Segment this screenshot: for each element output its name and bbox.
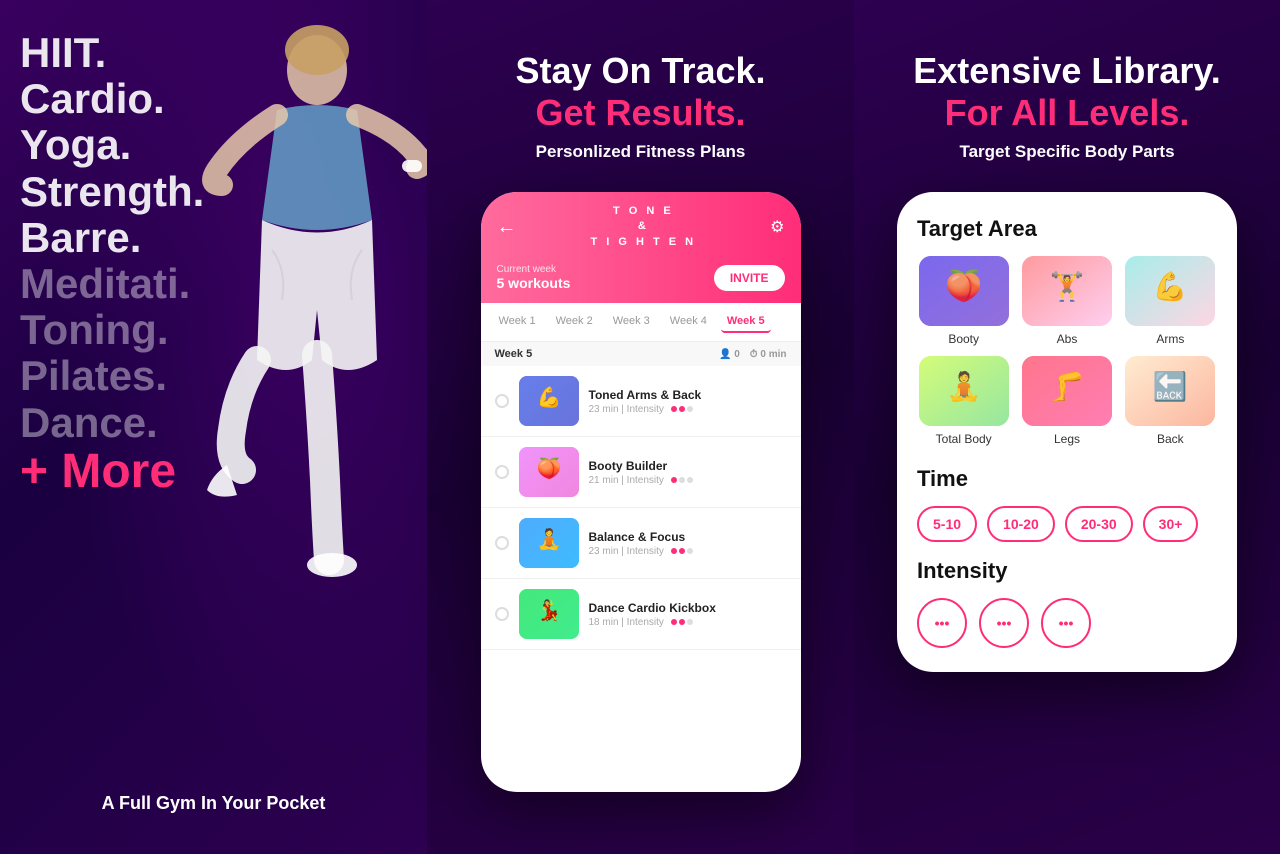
time-btn-5-10[interactable]: 5-10 [917, 506, 977, 542]
right-headline-line1: Extensive Library. [913, 50, 1220, 92]
svg-text:💪: 💪 [1153, 270, 1188, 303]
week-section-header: Week 5 👤 0 ⏱ 0 min [481, 342, 801, 366]
svg-text:🍑: 🍑 [945, 268, 982, 303]
svg-text:🍑: 🍑 [536, 456, 561, 480]
workout-name-2: Booty Builder [589, 459, 787, 473]
right-headline: Extensive Library. For All Levels. [913, 50, 1220, 134]
workout-name-3: Balance & Focus [589, 530, 787, 544]
target-area-title: Target Area [917, 216, 1217, 242]
workout-meta-3: 23 min | Intensity [589, 546, 787, 557]
week-tab-3[interactable]: Week 3 [607, 311, 656, 333]
athlete-figure [107, 0, 427, 650]
right-subheadline: Target Specific Body Parts [959, 142, 1174, 162]
time-section: Time 5-10 10-20 20-30 30+ [917, 466, 1217, 542]
invite-button[interactable]: INVITE [714, 265, 785, 291]
time-buttons: 5-10 10-20 20-30 30+ [917, 506, 1217, 542]
workout-thumb-1: 💪 [519, 376, 579, 426]
headline-line2: Get Results. [515, 92, 765, 134]
body-part-booty[interactable]: 🍑 Booty [917, 256, 1010, 346]
workout-item-1[interactable]: 💪 Toned Arms & Back 23 min | Intensity [481, 366, 801, 437]
svg-text:🦵: 🦵 [1050, 370, 1085, 402]
body-part-abs[interactable]: 🏋️ Abs [1020, 256, 1113, 346]
intensity-circle-3[interactable]: ••• [1041, 598, 1091, 648]
week-tab-1[interactable]: Week 1 [493, 311, 542, 333]
body-part-total[interactable]: 🧘 Total Body [917, 356, 1010, 446]
time-btn-30plus[interactable]: 30+ [1143, 506, 1199, 542]
intensity-circle-1[interactable]: ••• [917, 598, 967, 648]
time-btn-20-30[interactable]: 20-30 [1065, 506, 1133, 542]
middle-headline: Stay On Track. Get Results. [515, 50, 765, 134]
workout-checkbox-1[interactable] [495, 394, 509, 408]
workout-thumb-4: 💃 [519, 589, 579, 639]
intensity-section: Intensity ••• ••• ••• [917, 558, 1217, 648]
workout-list: 💪 Toned Arms & Back 23 min | Intensity 🍑 [481, 366, 801, 650]
body-part-label-total: Total Body [936, 432, 992, 446]
body-part-thumb-total: 🧘 [919, 356, 1009, 426]
phone-mockup-right: Target Area 🍑 Booty 🏋️ Abs 💪 [897, 192, 1237, 672]
week-tab-2[interactable]: Week 2 [550, 311, 599, 333]
workout-item-4[interactable]: 💃 Dance Cardio Kickbox 18 min | Intensit… [481, 579, 801, 650]
workout-info-4: Dance Cardio Kickbox 18 min | Intensity [589, 601, 787, 628]
body-part-label-booty: Booty [948, 332, 979, 346]
body-part-thumb-arms: 💪 [1125, 256, 1215, 326]
body-part-label-arms: Arms [1156, 332, 1184, 346]
body-part-thumb-back: 🔙 [1125, 356, 1215, 426]
svg-text:🧘: 🧘 [536, 527, 561, 551]
intensity-circles: ••• ••• ••• [917, 598, 1217, 648]
body-part-label-back: Back [1157, 432, 1184, 446]
workouts-count: 5 workouts [497, 275, 571, 291]
week-stats: 👤 0 ⏱ 0 min [719, 349, 787, 360]
week-tab-4[interactable]: Week 4 [664, 311, 713, 333]
svg-text:💪: 💪 [536, 385, 561, 409]
time-title: Time [917, 466, 1217, 492]
workout-thumb-2: 🍑 [519, 447, 579, 497]
workout-meta-4: 18 min | Intensity [589, 617, 787, 628]
workout-name-1: Toned Arms & Back [589, 388, 787, 402]
workout-name-4: Dance Cardio Kickbox [589, 601, 787, 615]
left-panel-tagline: A Full Gym In Your Pocket [0, 793, 427, 814]
workout-meta-2: 21 min | Intensity [589, 475, 787, 486]
svg-text:🧘: 🧘 [946, 370, 981, 403]
right-panel: Extensive Library. For All Levels. Targe… [854, 0, 1280, 854]
workout-info-1: Toned Arms & Back 23 min | Intensity [589, 388, 787, 415]
body-part-arms[interactable]: 💪 Arms [1124, 256, 1217, 346]
workout-item-2[interactable]: 🍑 Booty Builder 21 min | Intensity [481, 437, 801, 508]
app-name: T O N E & T I G H T E N [591, 204, 697, 250]
current-week-label: Current week [497, 264, 571, 275]
workout-checkbox-3[interactable] [495, 536, 509, 550]
body-part-thumb-abs: 🏋️ [1022, 256, 1112, 326]
body-part-label-abs: Abs [1057, 332, 1078, 346]
intensity-title: Intensity [917, 558, 1217, 584]
body-part-back[interactable]: 🔙 Back [1124, 356, 1217, 446]
body-part-thumb-booty: 🍑 [919, 256, 1009, 326]
week-tab-5[interactable]: Week 5 [721, 311, 771, 333]
body-part-legs[interactable]: 🦵 Legs [1020, 356, 1113, 446]
right-headline-line2: For All Levels. [913, 92, 1220, 134]
left-panel: HIIT. Cardio. Yoga. Strength. Barre. Med… [0, 0, 427, 854]
phone-mockup-middle: ← T O N E & T I G H T E N ⚙ Current week… [481, 192, 801, 792]
workout-meta-1: 23 min | Intensity [589, 404, 787, 415]
body-part-label-legs: Legs [1054, 432, 1080, 446]
workout-checkbox-2[interactable] [495, 465, 509, 479]
week-tabs: Week 1 Week 2 Week 3 Week 4 Week 5 [481, 303, 801, 342]
intensity-circle-2[interactable]: ••• [979, 598, 1029, 648]
workout-info-3: Balance & Focus 23 min | Intensity [589, 530, 787, 557]
body-parts-grid: 🍑 Booty 🏋️ Abs 💪 Arms � [917, 256, 1217, 446]
current-week-bar: Current week 5 workouts INVITE [481, 258, 801, 303]
time-btn-10-20[interactable]: 10-20 [987, 506, 1055, 542]
middle-subheadline: Personlized Fitness Plans [536, 142, 746, 162]
svg-text:🔙: 🔙 [1153, 370, 1188, 403]
svg-text:💃: 💃 [536, 598, 561, 622]
workout-thumb-3: 🧘 [519, 518, 579, 568]
workout-checkbox-4[interactable] [495, 607, 509, 621]
workout-item-3[interactable]: 🧘 Balance & Focus 23 min | Intensity [481, 508, 801, 579]
workout-info-2: Booty Builder 21 min | Intensity [589, 459, 787, 486]
headline-line1: Stay On Track. [515, 50, 765, 92]
svg-text:🏋️: 🏋️ [1050, 270, 1085, 303]
body-part-thumb-legs: 🦵 [1022, 356, 1112, 426]
back-arrow-icon[interactable]: ← [497, 216, 517, 239]
settings-icon[interactable]: ⚙ [770, 217, 784, 237]
phone-top-bar: ← T O N E & T I G H T E N ⚙ [481, 192, 801, 258]
middle-panel: Stay On Track. Get Results. Personlized … [427, 0, 854, 854]
